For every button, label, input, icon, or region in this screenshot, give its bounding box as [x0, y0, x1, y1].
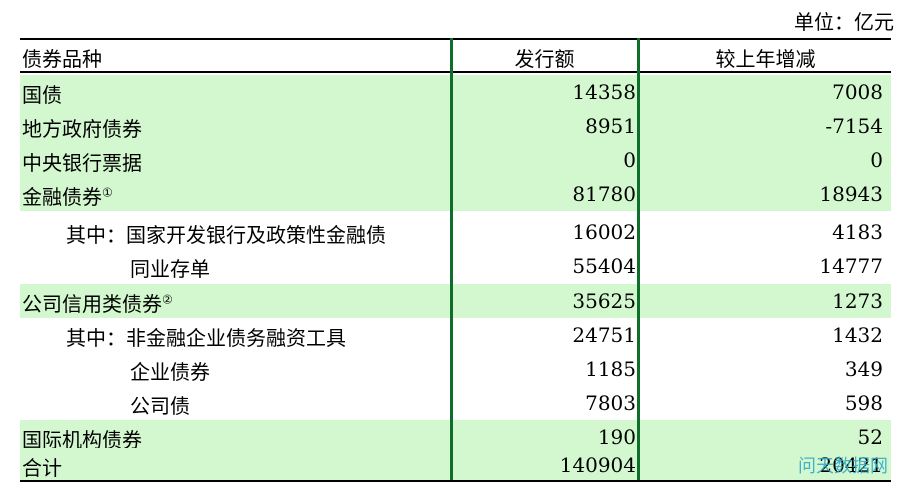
row-change: -7154	[825, 114, 883, 138]
table-row: 其中：非金融企业债务融资工具 24751 1432	[20, 318, 891, 352]
row-name: 公司债	[130, 394, 190, 418]
column-divider	[637, 38, 640, 482]
row-name: 其中：国家开发银行及政策性金融债	[66, 223, 386, 247]
row-name-text: 金融债券	[22, 185, 102, 209]
row-value: 0	[623, 148, 636, 172]
row-change: 52	[857, 425, 883, 449]
table-row: 同业存单 55404 14777	[20, 249, 891, 283]
row-name: 中央银行票据	[22, 151, 142, 175]
row-name: 合计	[22, 456, 62, 480]
row-value: 14358	[572, 80, 636, 104]
table-bottom-rule	[20, 480, 891, 482]
header-rule	[20, 71, 891, 73]
row-name: 地方政府债券	[22, 117, 142, 141]
row-value: 8951	[585, 114, 636, 138]
row-change: 7008	[832, 80, 883, 104]
row-value: 24751	[572, 323, 636, 347]
row-name: 其中：非金融企业债务融资工具	[66, 326, 346, 350]
row-value: 190	[597, 425, 636, 449]
bond-issuance-table: 债券品种 发行额 较上年增减 国债 14358 7008 地方政府债券 8951…	[20, 38, 891, 482]
table-row: 其中：国家开发银行及政策性金融债 16002 4183	[20, 215, 891, 249]
table-row: 合计 140904 20421	[20, 448, 891, 482]
table-row: 企业债券 1185 349	[20, 352, 891, 386]
column-divider	[450, 38, 453, 482]
row-value: 16002	[572, 220, 636, 244]
row-name: 公司信用类债券②	[22, 288, 173, 317]
row-change: 1432	[832, 323, 883, 347]
table-header: 债券品种 发行额 较上年增减	[20, 40, 891, 71]
row-change: 349	[844, 357, 883, 381]
row-name-text: 公司信用类债券	[22, 292, 162, 316]
row-value: 140904	[559, 453, 636, 477]
unit-label: 单位：亿元	[794, 10, 894, 34]
table-row: 公司信用类债券② 35625 1273	[20, 284, 891, 318]
table-row: 金融债券① 81780 18943	[20, 177, 891, 211]
row-name: 企业债券	[130, 360, 210, 384]
row-change: 598	[844, 391, 883, 415]
row-name: 同业存单	[130, 257, 210, 281]
row-value: 1185	[585, 357, 636, 381]
header-issuance: 发行额	[514, 47, 575, 71]
row-name: 金融债券①	[22, 181, 113, 210]
table-row: 公司债 7803 598	[20, 386, 891, 420]
footnote-mark: ②	[162, 292, 173, 307]
table-row: 国债 14358 7008	[20, 75, 891, 109]
watermark-text: 问天数据网	[798, 456, 888, 477]
row-change: 0	[870, 148, 883, 172]
header-change: 较上年增减	[715, 47, 816, 71]
row-name: 国债	[22, 83, 62, 107]
table-row: 地方政府债券 8951 -7154	[20, 109, 891, 143]
footnote-mark: ①	[102, 185, 113, 200]
row-value: 7803	[585, 391, 636, 415]
row-change: 18943	[819, 182, 883, 206]
header-bond-type: 债券品种	[22, 47, 102, 71]
row-change: 4183	[832, 220, 883, 244]
row-value: 55404	[572, 254, 636, 278]
row-value: 35625	[572, 289, 636, 313]
table-row: 中央银行票据 0 0	[20, 143, 891, 177]
row-value: 81780	[572, 182, 636, 206]
row-change: 14777	[819, 254, 883, 278]
row-change: 1273	[832, 289, 883, 313]
